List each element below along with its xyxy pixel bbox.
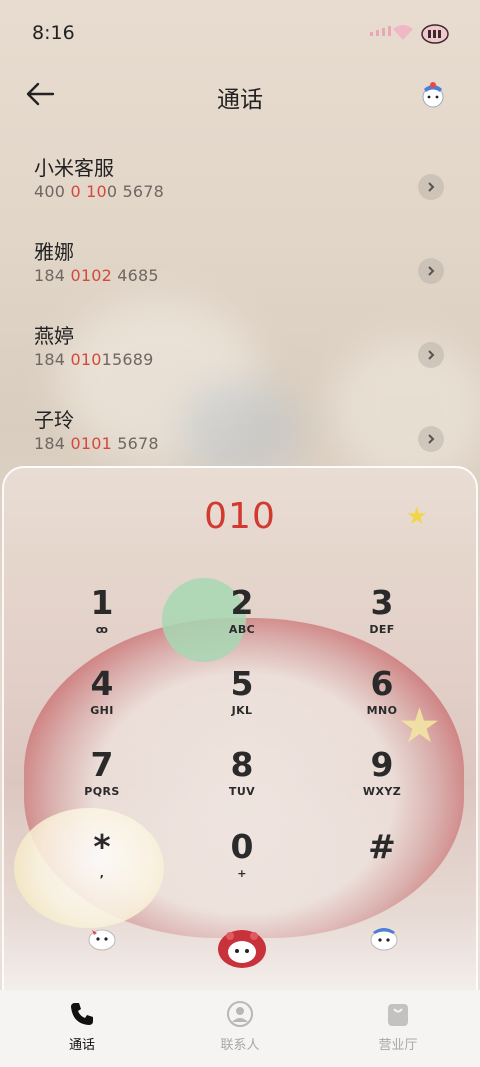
tab-service-hall[interactable]: 营业厅 — [348, 1000, 448, 1053]
status-time: 8:16 — [32, 22, 75, 44]
contact-number: 184 0101 5678 — [34, 434, 159, 453]
dial-key-9[interactable]: 9 WXYZ — [337, 746, 427, 816]
dialed-number: 010 — [204, 496, 276, 537]
chevron-right-icon[interactable] — [418, 174, 444, 200]
contact-result[interactable]: 燕婷 184 01015689 — [34, 320, 454, 390]
contact-result[interactable]: 子玲 184 0101 5678 — [34, 404, 454, 474]
wifi-icon — [393, 25, 413, 40]
tab-calls[interactable]: 通话 — [32, 1000, 132, 1053]
contact-number: 400 0 100 5678 — [34, 182, 165, 201]
chevron-right-icon[interactable] — [418, 258, 444, 284]
dialpad-panel: ★ ★ 010 1ꝏ 2 ABC 3 DEF 4 GHI 5 JKL 6 MNO 7 PQR… — [2, 466, 478, 994]
contact-name: 雅娜 — [34, 240, 74, 264]
dial-key-4[interactable]: 4 GHI — [57, 665, 147, 735]
dial-key-0[interactable]: 0 + — [197, 828, 287, 898]
contact-result[interactable]: 小米客服 400 0 100 5678 — [34, 152, 454, 222]
phone-icon — [71, 1003, 93, 1025]
battery-icon — [421, 24, 449, 44]
dial-key-2[interactable]: 2 ABC — [197, 584, 287, 654]
dial-key-5[interactable]: 5 JKL — [197, 665, 287, 735]
contact-number: 184 0102 4685 — [34, 266, 159, 285]
dial-menu-icon[interactable] — [368, 924, 400, 952]
dial-key-6[interactable]: 6 MNO — [337, 665, 427, 735]
contact-name: 子玲 — [34, 408, 74, 432]
page-title: 通话 — [217, 87, 263, 113]
dial-key-8[interactable]: 8 TUV — [197, 746, 287, 816]
tab-label: 通话 — [68, 1038, 95, 1053]
dial-key-1[interactable]: 1ꝏ — [57, 584, 147, 654]
dial-key-star[interactable]: *, — [57, 828, 147, 898]
contact-name: 小米客服 — [34, 156, 114, 180]
chevron-right-icon[interactable] — [418, 342, 444, 368]
signal-icon — [370, 26, 391, 36]
voicemail-icon: ꝏ — [95, 623, 109, 636]
collapse-dialpad-icon[interactable] — [86, 924, 118, 952]
header: 通话 — [0, 68, 480, 124]
contact-name: 燕婷 — [34, 324, 74, 348]
bottom-tab-bar: 通话 联系人 营业厅 — [0, 990, 480, 1067]
tab-label: 联系人 — [220, 1038, 260, 1053]
dial-key-3[interactable]: 3 DEF — [337, 584, 427, 654]
call-button-icon[interactable] — [214, 924, 270, 970]
tab-contacts[interactable]: 联系人 — [190, 1000, 290, 1053]
tab-label: 营业厅 — [378, 1038, 418, 1053]
sticker-avatar-icon[interactable] — [418, 80, 448, 110]
chevron-right-icon[interactable] — [418, 426, 444, 452]
dial-key-7[interactable]: 7 PQRS — [57, 746, 147, 816]
person-icon — [227, 1001, 253, 1027]
contact-result[interactable]: 雅娜 184 0102 4685 — [34, 236, 454, 306]
dial-key-hash[interactable]: # — [337, 828, 427, 898]
shopping-bag-icon — [388, 1004, 408, 1026]
status-bar: 8:16 — [0, 0, 480, 64]
contact-number: 184 01015689 — [34, 350, 154, 369]
